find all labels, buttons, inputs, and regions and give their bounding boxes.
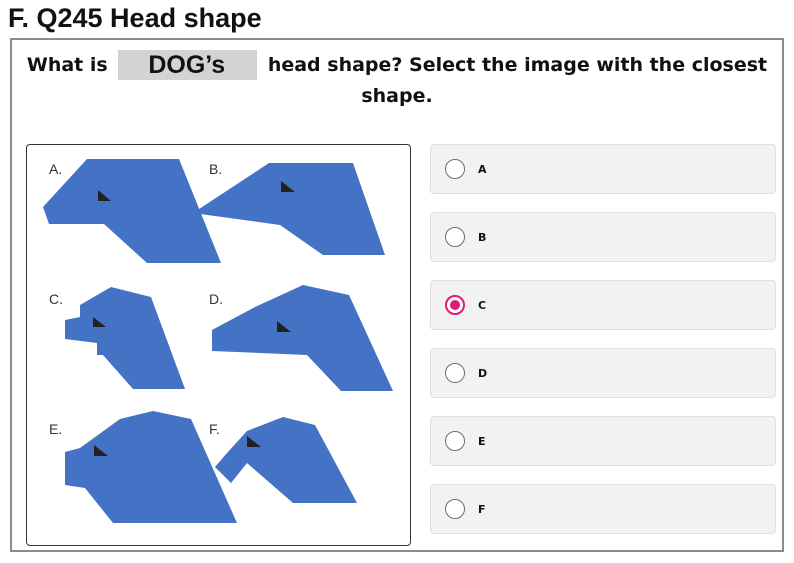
option-b-label: B [478,231,487,244]
radio-e[interactable] [445,431,465,451]
option-e[interactable]: E [430,416,776,466]
radio-b[interactable] [445,227,465,247]
option-b[interactable]: B [430,212,776,262]
option-f-label: F [478,503,486,516]
question-suffix-line2: shape. [361,85,433,107]
option-d[interactable]: D [430,348,776,398]
dog-head-shape-a [43,159,221,263]
shape-letter-c: C. [49,291,63,307]
section-heading: F. Q245 Head shape [8,3,262,33]
radio-a[interactable] [445,159,465,179]
option-c[interactable]: C [430,280,776,330]
option-a-label: A [478,163,487,176]
option-a[interactable]: A [430,144,776,194]
dog-head-shape-d [212,285,393,391]
option-d-label: D [478,367,488,380]
option-e-label: E [478,435,486,448]
head-shapes-image: A. B. C. D. E. F. [26,144,411,546]
radio-d[interactable] [445,363,465,383]
animal-name-highlight: DOG’s [118,50,258,80]
shape-letter-b: B. [209,161,222,177]
question-card: What is DOG’s head shape? Select the ima… [10,38,784,552]
option-f[interactable]: F [430,484,776,534]
radio-c[interactable] [445,295,465,315]
dog-head-shape-f [215,417,357,503]
shape-letter-e: E. [49,421,62,437]
question-suffix: head shape? Select the image with the cl… [267,54,768,76]
dog-head-shape-c [65,287,185,389]
shape-letter-d: D. [209,291,223,307]
option-c-label: C [478,299,487,312]
question-text: What is DOG’s head shape? Select the ima… [12,50,782,112]
question-prefix: What is [26,54,108,76]
radio-f[interactable] [445,499,465,519]
shape-letter-f: F. [209,421,220,437]
shape-letter-a: A. [49,161,62,177]
